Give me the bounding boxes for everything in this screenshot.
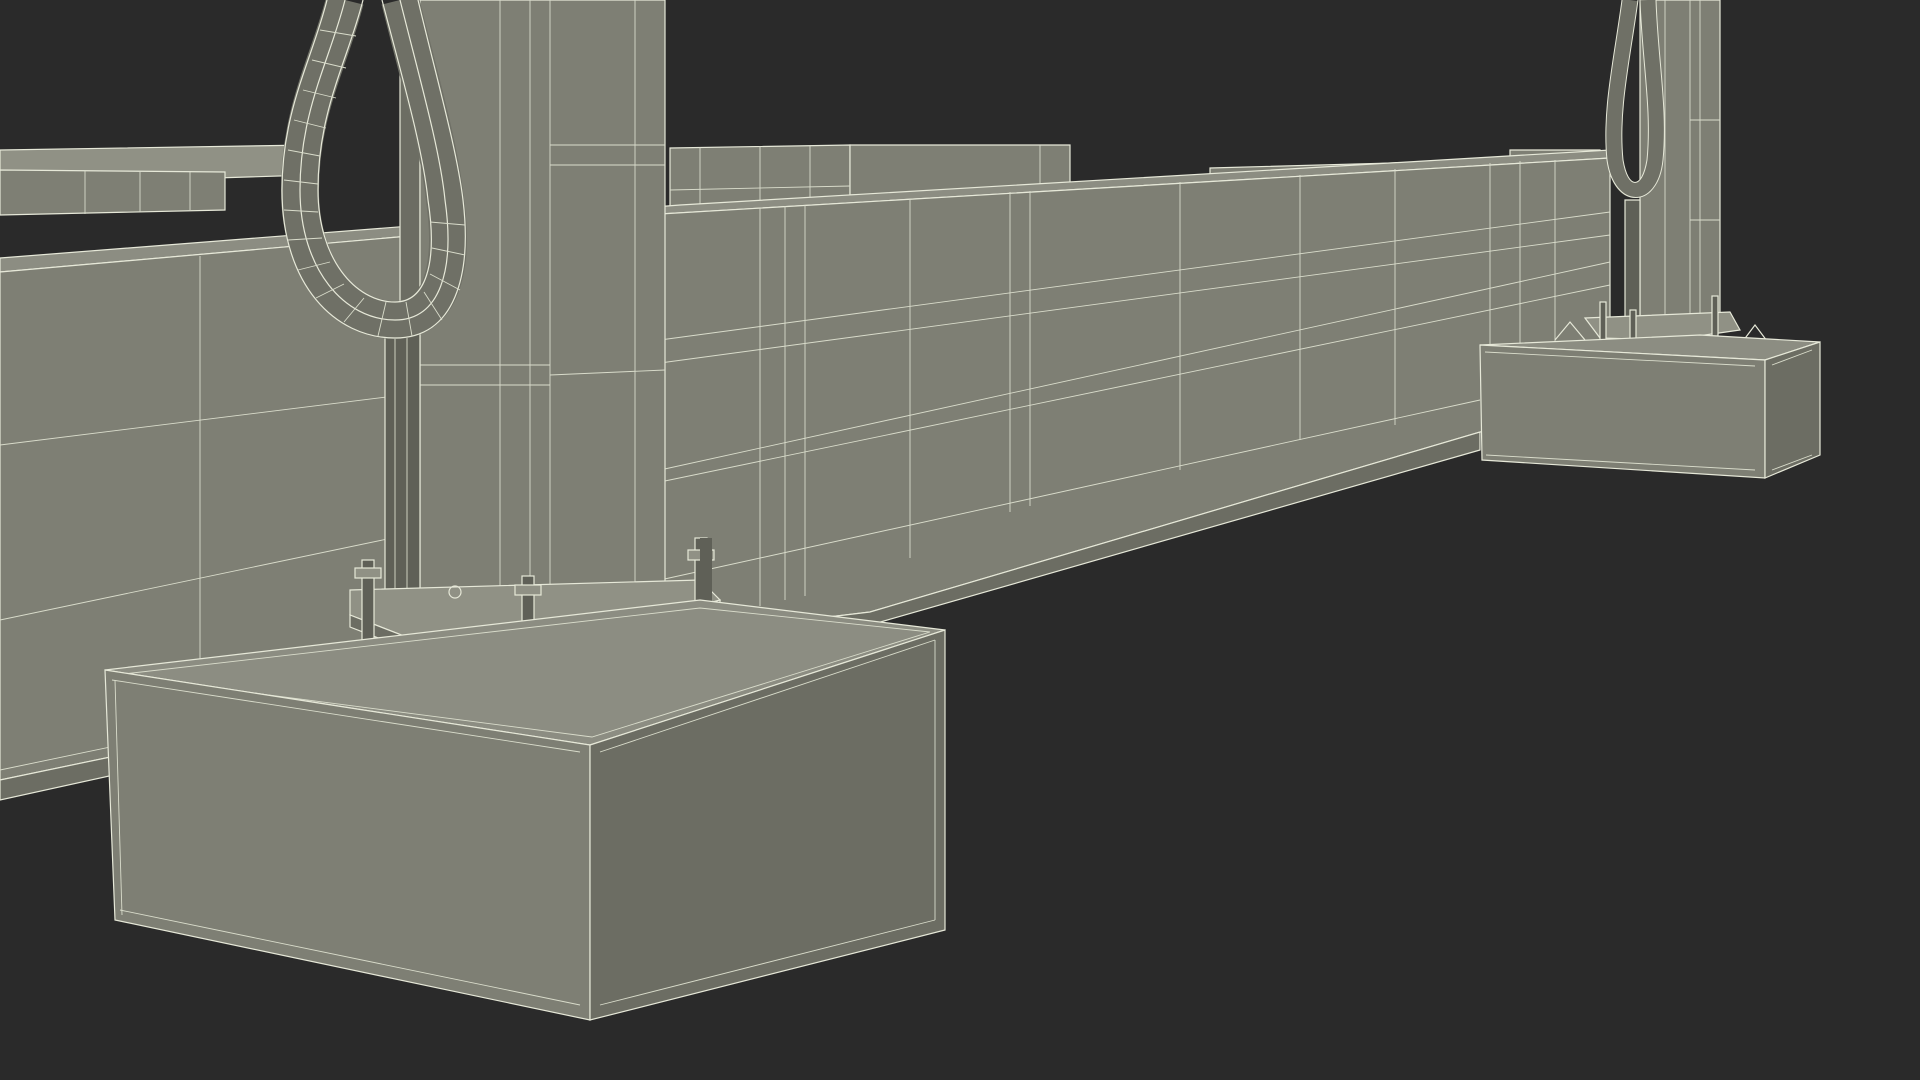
right-foundation-block [1479, 334, 1821, 479]
wireframe-render-viewport [0, 0, 1920, 1080]
